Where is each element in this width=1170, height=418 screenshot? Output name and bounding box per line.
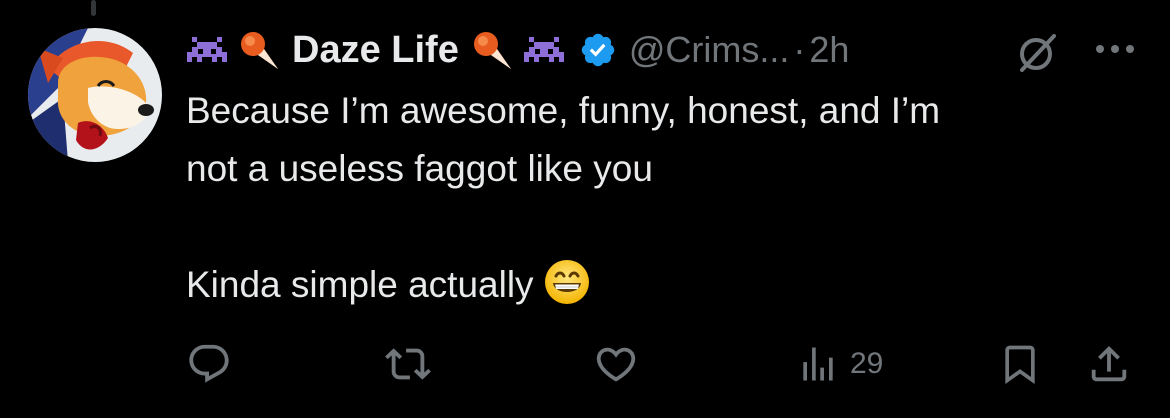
display-name[interactable]: Daze Life: [292, 29, 459, 72]
space-invader-icon: [523, 29, 565, 71]
post-text-line: Because I’m awesome, funny, honest, and …: [186, 90, 941, 131]
reply-button[interactable]: [186, 340, 232, 388]
post-text-line-with-emoji: Kinda simple actually: [186, 256, 1146, 314]
share-button[interactable]: [1086, 340, 1132, 388]
space-invader-icon: [186, 29, 228, 71]
views-button[interactable]: 29: [796, 340, 883, 388]
repost-button[interactable]: [384, 340, 432, 388]
post-text-line: Kinda simple actually: [186, 264, 534, 305]
views-icon: [803, 347, 833, 381]
thread-connector-line: [91, 0, 96, 16]
like-button[interactable]: [593, 340, 639, 388]
comet-icon: [238, 29, 280, 71]
more-options-icon[interactable]: [1092, 34, 1138, 64]
grok-icon[interactable]: [1016, 30, 1060, 74]
author-handle[interactable]: @Crims...: [629, 29, 790, 71]
comet-icon: [471, 29, 513, 71]
reply-icon: [189, 344, 229, 383]
repost-icon: [385, 348, 431, 380]
bookmark-icon: [1005, 345, 1035, 385]
post-header: Daze Life @Crims... · 2h: [186, 22, 1146, 78]
avatar[interactable]: [28, 28, 162, 162]
verified-badge-icon[interactable]: [579, 31, 617, 69]
like-icon: [596, 347, 636, 382]
grinning-face-icon: [544, 259, 590, 305]
bookmark-button[interactable]: [998, 340, 1042, 388]
separator-dot: ·: [793, 29, 806, 70]
share-icon: [1091, 345, 1127, 382]
post-timestamp[interactable]: 2h: [809, 29, 849, 71]
views-count: 29: [850, 347, 884, 380]
post-body: Because I’m awesome, funny, honest, and …: [186, 82, 1146, 314]
post-text-line: not a useless faggot like you: [186, 148, 653, 189]
